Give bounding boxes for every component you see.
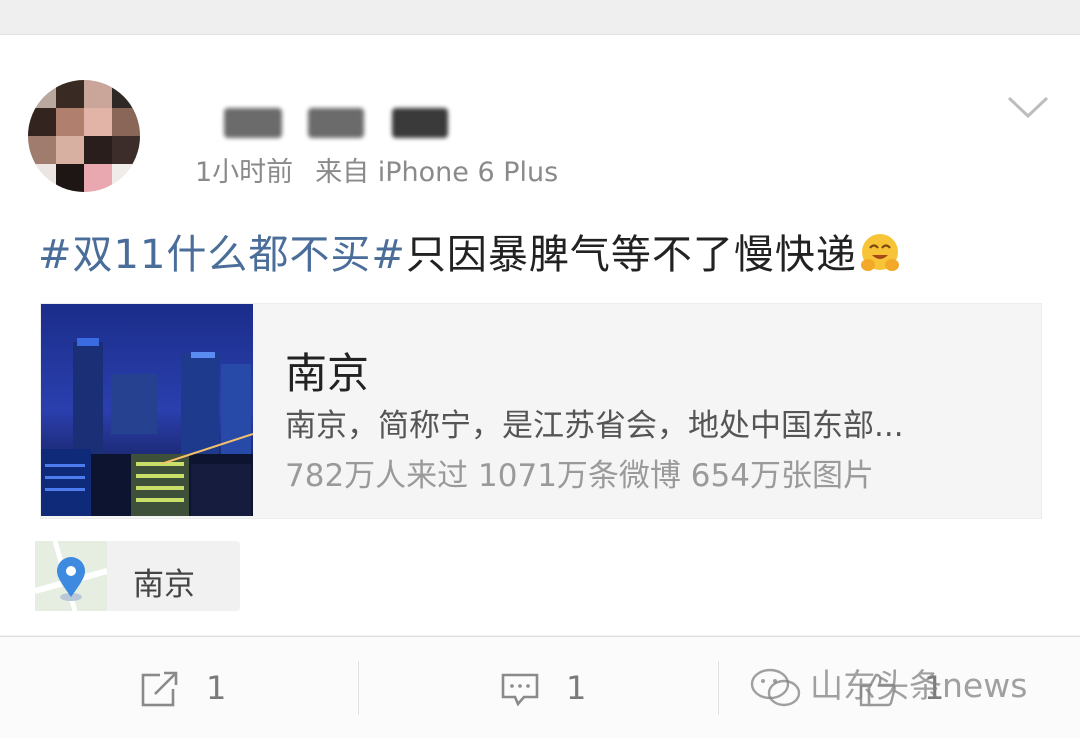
chevron-down-icon[interactable] <box>1006 92 1050 122</box>
repost-icon <box>141 671 178 707</box>
watermark-text: 山东头条news <box>810 666 1028 705</box>
repost-button[interactable]: 1 <box>140 637 260 738</box>
post-body: 只因暴脾气等不了慢快递 <box>405 232 857 278</box>
post-text: #双11什么都不买#只因暴脾气等不了慢快递 <box>38 222 901 280</box>
location-tag-label: 南京 <box>133 567 195 603</box>
watermark: 山东头条news <box>748 659 1027 707</box>
comment-icon <box>501 673 539 707</box>
city-night-image <box>41 304 253 516</box>
wechat-icon <box>750 668 801 706</box>
post-meta: 1小时前 来自 iPhone 6 Plus <box>195 150 580 189</box>
avatar[interactable] <box>28 80 140 192</box>
repost-count: 1 <box>206 669 227 707</box>
top-strip <box>0 0 1080 35</box>
location-title: 南京 <box>285 349 370 398</box>
location-stats: 782万人来过 1071万条微博 654万张图片 <box>285 458 874 494</box>
comment-count: 1 <box>566 669 587 707</box>
location-pin-icon <box>35 541 107 611</box>
post-time: 1小时前 <box>195 157 294 188</box>
comment-button[interactable]: 1 <box>500 637 620 738</box>
hashtag-link[interactable]: #双11什么都不买# <box>38 232 406 278</box>
location-description: 南京，简称宁，是江苏省会，地处中国东部... <box>285 408 904 444</box>
location-card[interactable]: 南京 南京，简称宁，是江苏省会，地处中国东部... 782万人来过 1071万条… <box>40 303 1042 519</box>
divider <box>718 661 719 715</box>
location-tag[interactable]: 南京 <box>35 541 240 611</box>
hug-emoji-icon <box>860 234 899 271</box>
post-source: 来自 iPhone 6 Plus <box>315 157 559 188</box>
divider <box>358 661 359 715</box>
